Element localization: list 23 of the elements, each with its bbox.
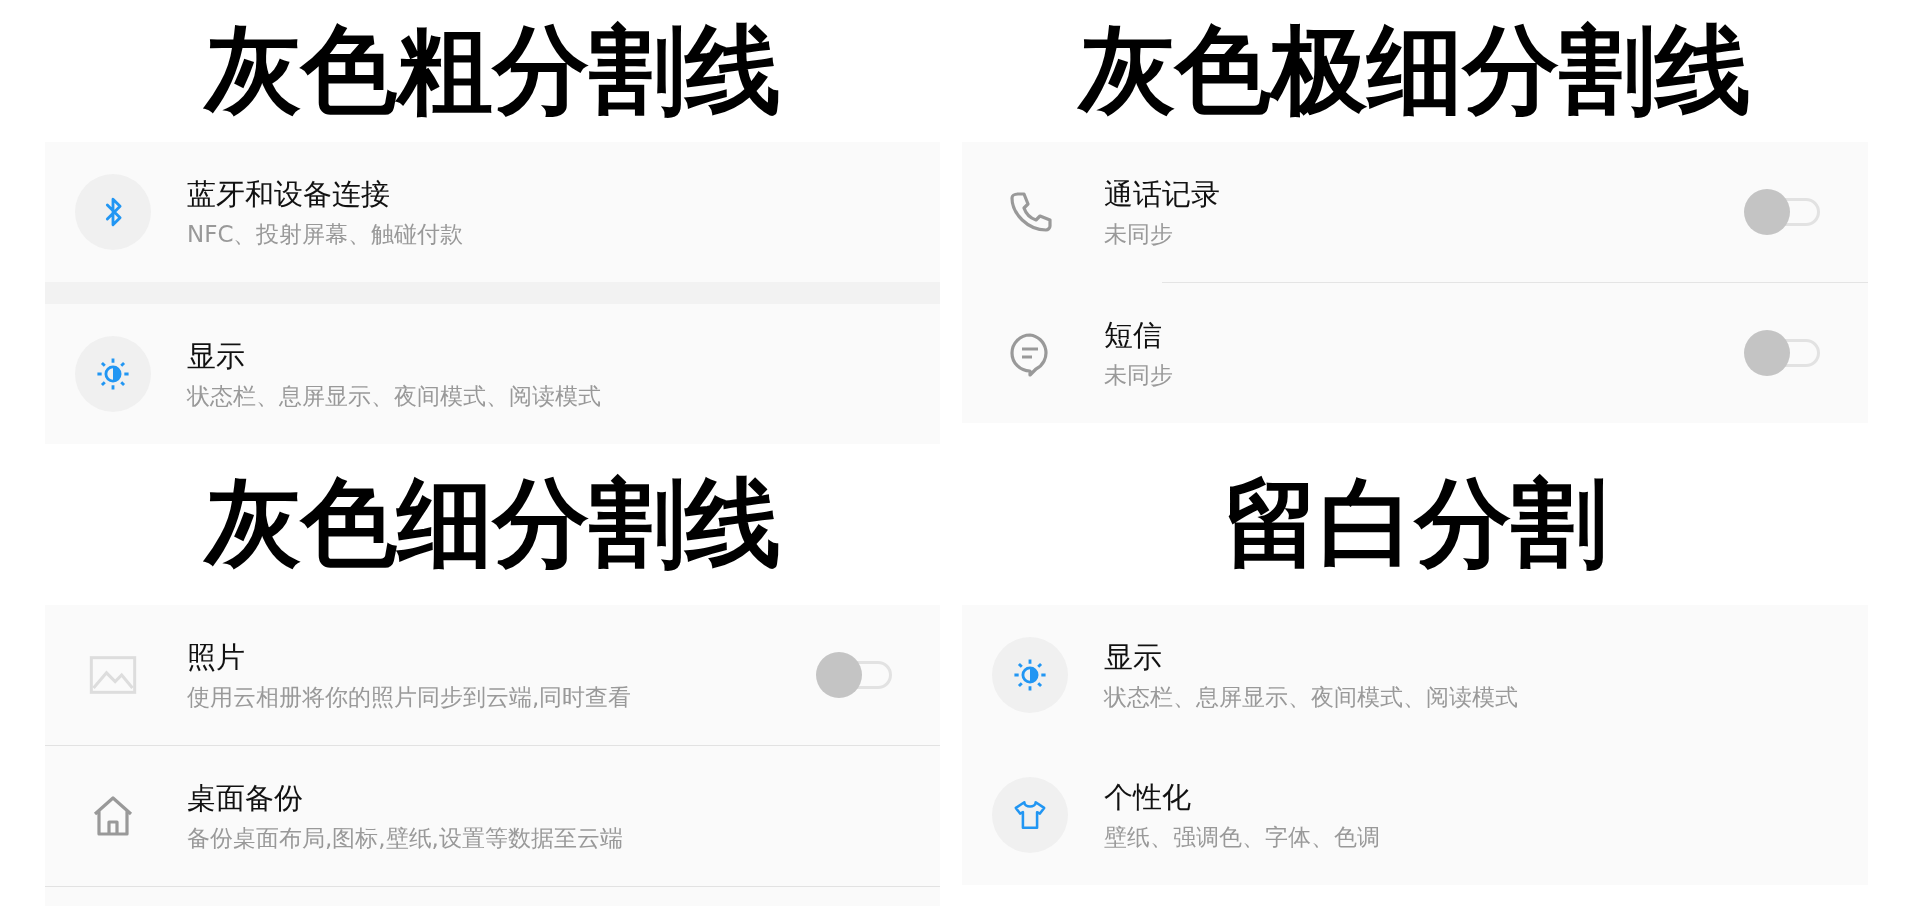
setting-title: 显示 <box>187 337 245 375</box>
section-heading: 灰色粗分割线 <box>204 18 781 124</box>
section-heading: 留白分割 <box>1223 470 1607 577</box>
setting-title: 照片 <box>187 638 245 676</box>
setting-description: 状态栏、息屏显示、夜间模式、阅读模式 <box>1104 682 1518 712</box>
setting-title: 显示 <box>1104 638 1162 676</box>
toggle-switch[interactable] <box>1744 189 1820 235</box>
setting-description: 壁纸、强调色、字体、色调 <box>1104 822 1380 852</box>
setting-description: 使用云相册将你的照片同步到云端,同时查看 <box>187 682 632 712</box>
setting-description: NFC、投射屏幕、触碰付款 <box>187 219 464 249</box>
setting-description: 未同步 <box>1104 360 1173 390</box>
setting-title: 个性化 <box>1104 778 1191 816</box>
setting-description: 状态栏、息屏显示、夜间模式、阅读模式 <box>187 381 601 411</box>
setting-title: 蓝牙和设备连接 <box>187 175 390 213</box>
section-heading: 灰色细分割线 <box>204 470 781 577</box>
setting-description: 未同步 <box>1104 219 1173 249</box>
setting-title: 通话记录 <box>1104 175 1220 213</box>
toggle-switch[interactable] <box>1744 330 1820 376</box>
section-heading: 灰色极细分割线 <box>1079 18 1751 124</box>
setting-description: 备份桌面布局,图标,壁纸,设置等数据至云端 <box>187 823 623 853</box>
toggle-switch[interactable] <box>816 652 892 698</box>
setting-title: 桌面备份 <box>187 779 303 817</box>
setting-title: 短信 <box>1104 316 1162 354</box>
